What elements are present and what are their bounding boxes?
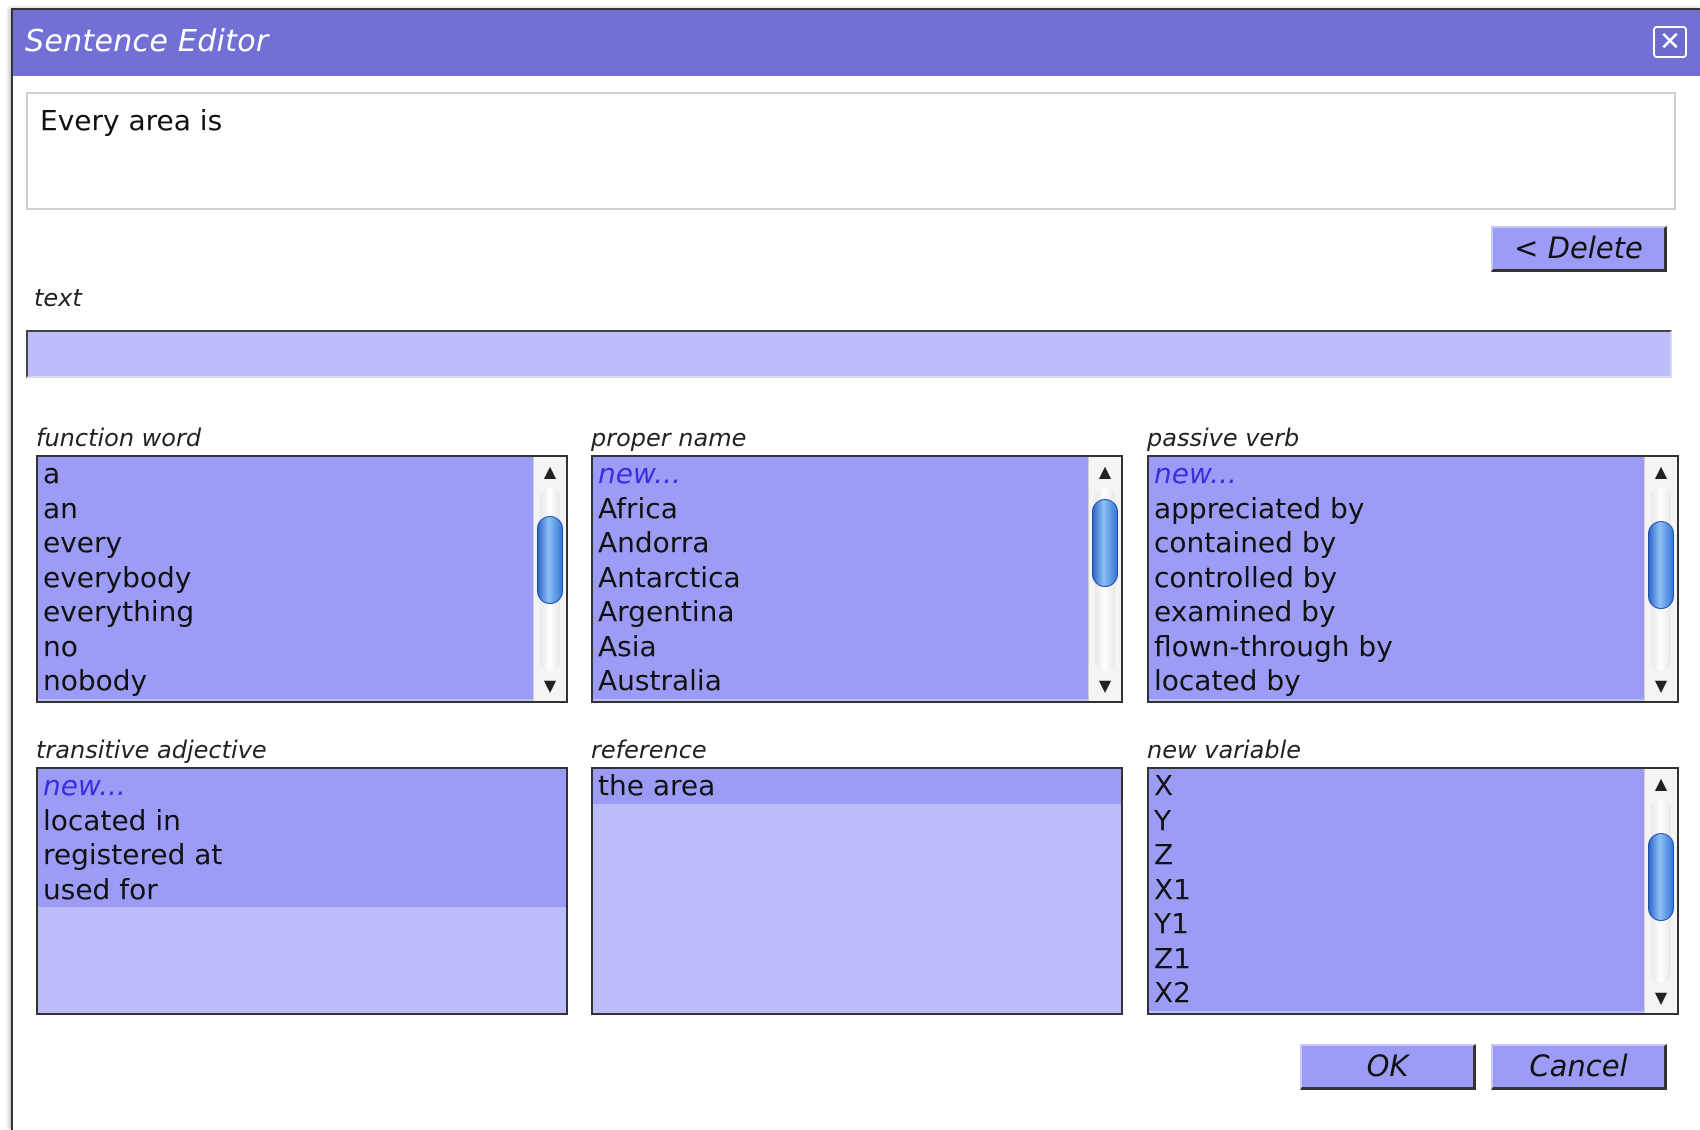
- list-item[interactable]: everybody: [38, 560, 534, 595]
- transitive-adjective-list[interactable]: new... located in registered at used for: [36, 767, 568, 1015]
- list-item[interactable]: Africa: [593, 491, 1089, 526]
- list-item[interactable]: X: [1149, 769, 1645, 804]
- close-icon: ✕: [1659, 27, 1681, 57]
- ok-button[interactable]: OK: [1300, 1044, 1476, 1090]
- new-item-option[interactable]: new...: [1149, 457, 1645, 492]
- list-item[interactable]: registered at: [38, 838, 566, 873]
- proper-name-scrollbar[interactable]: ▲ ▼: [1088, 457, 1121, 701]
- list-item[interactable]: every: [38, 526, 534, 561]
- dialog-titlebar[interactable]: Sentence Editor ✕: [13, 10, 1700, 76]
- new-variable-list[interactable]: X Y Z X1 Y1 Z1 X2 ▲ ▼: [1147, 767, 1679, 1015]
- sentence-text: Every area is: [40, 104, 223, 137]
- new-item-option[interactable]: new...: [593, 457, 1089, 492]
- scroll-down-arrow-icon[interactable]: ▼: [1645, 985, 1677, 1011]
- function-word-list[interactable]: a an every everybody everything no nobody ▲ ▼: [36, 455, 568, 703]
- list-item[interactable]: controlled by: [1149, 560, 1645, 595]
- scroll-up-arrow-icon[interactable]: ▲: [1645, 459, 1677, 485]
- new-variable-scrollbar[interactable]: ▲ ▼: [1644, 769, 1677, 1013]
- list-item[interactable]: located in: [38, 803, 566, 838]
- proper-name-items: new... Africa Andorra Antarctica Argentina As…: [593, 457, 1089, 699]
- dialog-title: Sentence Editor: [25, 24, 269, 59]
- list-item[interactable]: used for: [38, 872, 566, 907]
- passive-verb-items: new... appreciated by contained by controll…: [1149, 457, 1645, 699]
- list-item[interactable]: X2: [1149, 976, 1645, 1011]
- reference-items: the area: [593, 769, 1121, 804]
- function-word-scrollbar[interactable]: ▲ ▼: [533, 457, 566, 701]
- list-item[interactable]: a: [38, 457, 534, 492]
- list-item[interactable]: located by: [1149, 664, 1645, 699]
- list-item[interactable]: an: [38, 491, 534, 526]
- list-item[interactable]: Z1: [1149, 941, 1645, 976]
- function-word-items: a an every everybody everything no nobody: [38, 457, 534, 699]
- list-item[interactable]: Asia: [593, 629, 1089, 664]
- scroll-down-arrow-icon[interactable]: ▼: [534, 673, 566, 699]
- list-item[interactable]: everything: [38, 595, 534, 630]
- text-input[interactable]: [26, 330, 1672, 378]
- passive-verb-scrollbar[interactable]: ▲ ▼: [1644, 457, 1677, 701]
- new-item-option[interactable]: new...: [38, 769, 566, 804]
- list-item[interactable]: Andorra: [593, 526, 1089, 561]
- sentence-display[interactable]: Every area is: [26, 92, 1676, 210]
- scroll-down-arrow-icon[interactable]: ▼: [1089, 673, 1121, 699]
- new-variable-items: X Y Z X1 Y1 Z1 X2: [1149, 769, 1645, 1011]
- list-item[interactable]: Australia: [593, 664, 1089, 699]
- list-item[interactable]: no: [38, 629, 534, 664]
- list-item[interactable]: Z: [1149, 838, 1645, 873]
- proper-name-label: proper name: [591, 424, 747, 452]
- cancel-button[interactable]: Cancel: [1491, 1044, 1667, 1090]
- function-word-label: function word: [36, 424, 202, 452]
- list-item[interactable]: appreciated by: [1149, 491, 1645, 526]
- new-variable-label: new variable: [1147, 736, 1302, 764]
- list-item[interactable]: Antarctica: [593, 560, 1089, 595]
- list-item[interactable]: Y: [1149, 803, 1645, 838]
- list-item[interactable]: contained by: [1149, 526, 1645, 561]
- scroll-up-arrow-icon[interactable]: ▲: [1089, 459, 1121, 485]
- reference-label: reference: [591, 736, 707, 764]
- list-item[interactable]: X1: [1149, 872, 1645, 907]
- list-item[interactable]: Argentina: [593, 595, 1089, 630]
- list-item[interactable]: Y1: [1149, 907, 1645, 942]
- scroll-up-arrow-icon[interactable]: ▲: [1645, 771, 1677, 797]
- reference-list[interactable]: the area: [591, 767, 1123, 1015]
- list-item[interactable]: the area: [593, 769, 1121, 804]
- transitive-adjective-label: transitive adjective: [36, 736, 267, 764]
- text-field-label: text: [34, 284, 82, 312]
- scroll-thumb[interactable]: [1648, 520, 1674, 609]
- delete-button[interactable]: < Delete: [1491, 226, 1667, 272]
- list-item[interactable]: flown-through by: [1149, 629, 1645, 664]
- close-button[interactable]: ✕: [1653, 26, 1687, 58]
- passive-verb-label: passive verb: [1147, 424, 1300, 452]
- scroll-thumb[interactable]: [537, 515, 563, 604]
- scroll-up-arrow-icon[interactable]: ▲: [534, 459, 566, 485]
- list-item[interactable]: nobody: [38, 664, 534, 699]
- scroll-down-arrow-icon[interactable]: ▼: [1645, 673, 1677, 699]
- passive-verb-list[interactable]: new... appreciated by contained by controll…: [1147, 455, 1679, 703]
- scroll-thumb[interactable]: [1092, 498, 1118, 587]
- list-item[interactable]: examined by: [1149, 595, 1645, 630]
- scroll-thumb[interactable]: [1648, 832, 1674, 921]
- transitive-adjective-items: new... located in registered at used for: [38, 769, 566, 907]
- proper-name-list[interactable]: new... Africa Andorra Antarctica Argentina As…: [591, 455, 1123, 703]
